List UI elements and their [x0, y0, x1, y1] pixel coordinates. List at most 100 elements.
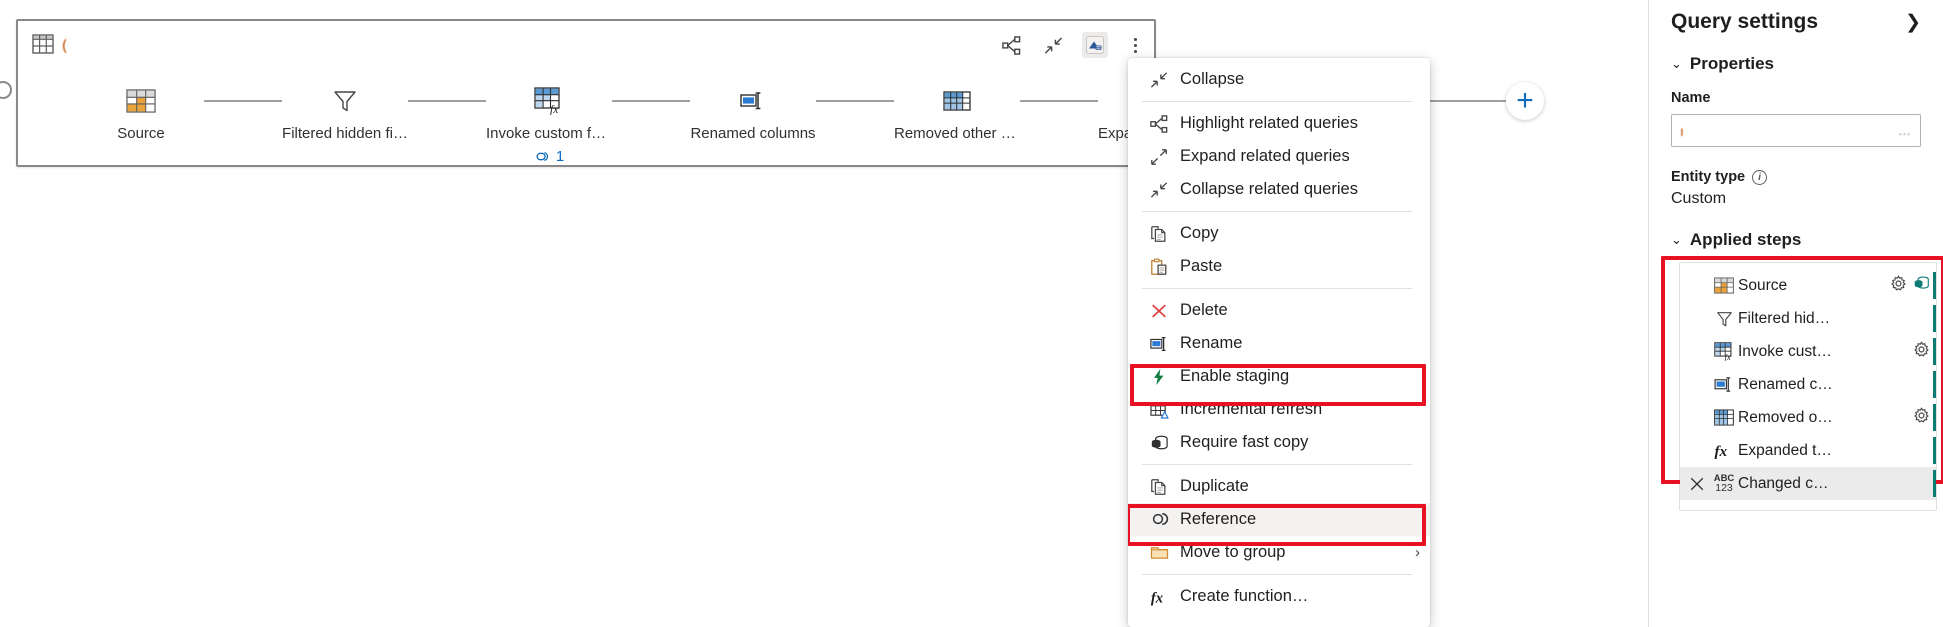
menu-item-label: Collapse related queries	[1180, 180, 1358, 198]
info-icon[interactable]: i	[1752, 169, 1768, 185]
diagram-view-icon[interactable]	[1082, 32, 1108, 58]
menu-item-move-to-group[interactable]: Move to group ›	[1128, 536, 1430, 569]
applied-step-label: Changed c…	[1738, 474, 1829, 492]
applied-step-renamed-columns[interactable]: Renamed c…	[1680, 368, 1936, 401]
applied-step-removed-other[interactable]: Removed o…	[1680, 401, 1936, 434]
table-columns-icon	[1710, 409, 1738, 426]
menu-item-label: Require fast copy	[1180, 433, 1309, 451]
reference-link-icon	[1150, 512, 1180, 527]
menu-item-duplicate[interactable]: Duplicate	[1128, 470, 1430, 503]
rename-icon	[1710, 376, 1738, 393]
menu-item-expand-related-queries[interactable]: Expand related queries	[1128, 140, 1430, 173]
chevron-right-icon: ›	[1415, 544, 1420, 561]
more-vertical-icon[interactable]	[1124, 37, 1146, 53]
duplicate-icon	[1150, 478, 1180, 496]
applied-step-actions	[1890, 275, 1936, 297]
pipeline-step-reference-count[interactable]: 1	[534, 148, 564, 165]
name-input-trailing: …	[1898, 123, 1912, 138]
pipeline-connector	[1020, 100, 1098, 102]
pipeline-connector	[612, 100, 690, 102]
pipeline-connector	[204, 100, 282, 102]
menu-item-enable-staging[interactable]: Enable staging	[1128, 360, 1430, 393]
rename-icon	[1150, 335, 1180, 353]
panel-title: Query settings	[1671, 10, 1819, 33]
name-input-value: ı	[1680, 122, 1684, 139]
menu-item-paste[interactable]: Paste	[1128, 250, 1430, 283]
menu-item-copy[interactable]: Copy	[1128, 217, 1430, 250]
query-card-header: (	[32, 31, 66, 61]
pipeline-step-invoke-custom-function[interactable]: fx Invoke custom fu… 1	[486, 83, 612, 165]
entity-type-label: Entity type	[1671, 169, 1746, 185]
lightning-icon	[1150, 368, 1180, 386]
abc123-icon: ABC123	[1713, 473, 1735, 494]
copy-icon	[1150, 225, 1180, 243]
gear-icon[interactable]	[1913, 341, 1930, 363]
menu-separator	[1142, 288, 1412, 289]
applied-step-source[interactable]: Source	[1680, 269, 1936, 302]
menu-item-label: Reference	[1180, 510, 1257, 528]
step-status-bar	[1933, 404, 1936, 431]
pipeline-connector	[1428, 100, 1506, 102]
query-card[interactable]: (Source Filtered hidden fi… fx Invoke c…	[16, 19, 1544, 167]
step-status-bar	[1933, 371, 1936, 398]
rename-icon	[739, 83, 767, 119]
chevron-down-icon: ⌄	[1671, 56, 1682, 71]
menu-item-require-fast-copy[interactable]: Require fast copy	[1128, 426, 1430, 459]
step-status-bar	[1933, 470, 1936, 497]
diagram-view-canvas: (Source Filtered hidden fi… fx Invoke c…	[0, 0, 1544, 627]
delete-step-icon[interactable]	[1684, 476, 1710, 492]
applied-step-label: Invoke cust…	[1738, 342, 1832, 360]
menu-item-incremental-refresh[interactable]: Incremental refresh	[1128, 393, 1430, 426]
chevron-right-icon[interactable]: ❯	[1905, 13, 1921, 32]
pipeline-step-source[interactable]: Source	[78, 83, 204, 142]
applied-step-label: Renamed c…	[1738, 375, 1833, 393]
fx-icon: fx	[1150, 587, 1180, 607]
filter-icon	[1710, 310, 1738, 328]
query-context-menu[interactable]: Collapse Highlight related queries Expan…	[1128, 58, 1430, 627]
share-nodes-icon	[1150, 114, 1180, 133]
invoke-function-icon: fx	[534, 83, 564, 119]
applied-step-expanded-table[interactable]: fx Expanded t…	[1680, 434, 1936, 467]
fast-copy-icon[interactable]	[1913, 275, 1930, 296]
query-settings-panel: Query settings ❯ ⌄ Properties Name ı … E…	[1648, 0, 1943, 627]
add-step-button[interactable]: +	[1506, 82, 1544, 120]
menu-item-reference[interactable]: Reference	[1128, 503, 1430, 536]
menu-item-collapse[interactable]: Collapse	[1128, 63, 1430, 96]
menu-item-rename[interactable]: Rename	[1128, 327, 1430, 360]
name-input[interactable]: ı …	[1671, 114, 1921, 147]
gear-icon[interactable]	[1913, 407, 1930, 429]
applied-step-label: Source	[1738, 276, 1788, 294]
applied-step-filtered-hidden[interactable]: Filtered hid…	[1680, 302, 1936, 335]
applied-step-invoke-custom[interactable]: fx Invoke cust…	[1680, 335, 1936, 368]
applied-steps-section-header[interactable]: ⌄ Applied steps	[1671, 230, 1921, 250]
menu-item-label: Create function…	[1180, 587, 1309, 605]
properties-section-header[interactable]: ⌄ Properties	[1671, 54, 1921, 74]
menu-item-delete[interactable]: Delete	[1128, 294, 1430, 327]
delete-x-icon	[1150, 302, 1180, 320]
entity-type-value: Custom	[1671, 190, 1727, 207]
query-settings-header: Query settings ❯	[1671, 10, 1921, 34]
menu-item-highlight-related-queries[interactable]: Highlight related queries	[1128, 107, 1430, 140]
gear-icon[interactable]	[1890, 275, 1907, 297]
expand-arrows-icon	[1150, 148, 1180, 166]
applied-step-label: Expanded t…	[1738, 441, 1832, 459]
menu-item-label: Expand related queries	[1180, 147, 1350, 165]
step-status-bar	[1933, 338, 1936, 365]
pipeline-step-filtered-hidden-files[interactable]: Filtered hidden fi…	[282, 83, 408, 142]
share-nodes-icon[interactable]	[998, 32, 1024, 58]
collapse-arrows-icon[interactable]	[1040, 32, 1066, 58]
menu-item-collapse-related-queries[interactable]: Collapse related queries	[1128, 173, 1430, 206]
step-status-bar	[1933, 272, 1936, 299]
paste-icon	[1150, 257, 1180, 276]
step-status-bar	[1933, 305, 1936, 332]
menu-item-label: Highlight related queries	[1180, 114, 1358, 132]
menu-item-label: Copy	[1180, 224, 1219, 242]
step-status-bar	[1933, 437, 1936, 464]
svg-text:fx: fx	[1715, 443, 1728, 460]
applied-step-changed-column-type[interactable]: ABC 123 Changed c…	[1680, 467, 1936, 500]
power-query-diagram-screen: (Source Filtered hidden fi… fx Invoke c…	[0, 0, 1943, 627]
menu-item-create-function[interactable]: fx Create function…	[1128, 580, 1430, 613]
pipeline-step-removed-other-columns[interactable]: Removed other c…	[894, 83, 1020, 142]
pipeline-step-renamed-columns[interactable]: Renamed columns	[690, 83, 816, 142]
menu-item-label: Duplicate	[1180, 477, 1249, 495]
